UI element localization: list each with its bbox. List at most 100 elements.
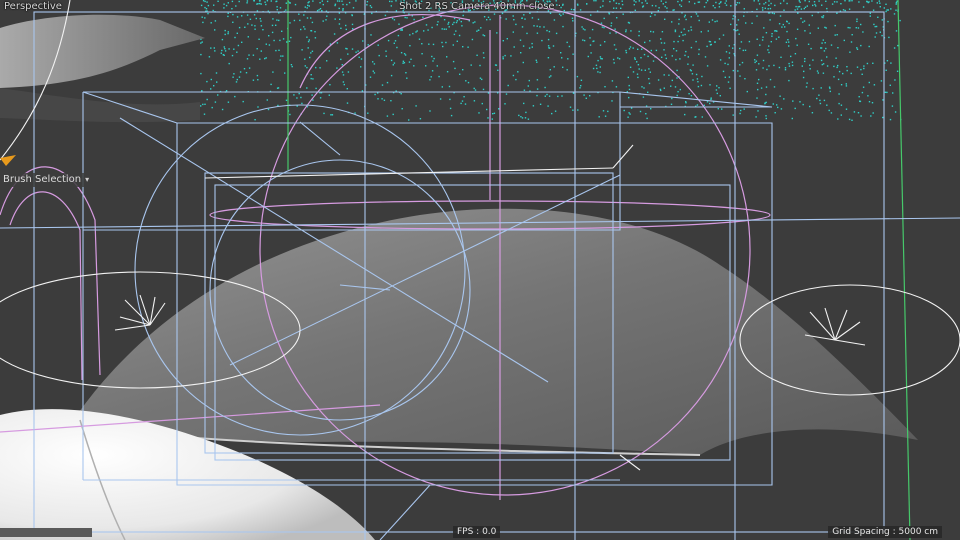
particle — [243, 68, 246, 70]
particle — [532, 105, 535, 107]
light-arc-left2 — [9, 191, 83, 381]
particle — [769, 78, 772, 81]
particle — [260, 20, 262, 22]
particle — [214, 101, 217, 103]
particle — [367, 112, 369, 114]
particle — [834, 24, 836, 27]
particle — [273, 39, 275, 42]
particle — [285, 2, 287, 4]
particle — [650, 49, 652, 52]
particle — [651, 4, 654, 7]
particle — [655, 5, 657, 7]
particle — [821, 4, 823, 6]
particle — [687, 30, 690, 32]
particle — [493, 112, 496, 114]
view-name-label[interactable]: Perspective — [4, 1, 62, 13]
particle — [258, 0, 261, 2]
particle — [513, 19, 515, 21]
particle — [535, 59, 537, 61]
particle — [210, 47, 212, 49]
particle — [675, 50, 678, 52]
diag-3 — [299, 121, 341, 156]
particle — [351, 14, 353, 17]
particle — [322, 20, 324, 22]
particle — [478, 112, 480, 114]
particle — [817, 27, 819, 29]
particle — [707, 30, 709, 32]
particle — [740, 41, 743, 43]
particle — [739, 75, 741, 77]
particle — [880, 80, 883, 82]
particle — [685, 18, 687, 21]
particle — [294, 3, 297, 6]
particle — [757, 110, 759, 112]
particle — [768, 45, 770, 47]
particle — [325, 19, 327, 21]
grid-spacing-readout: Grid Spacing : 5000 cm — [828, 526, 942, 538]
scene-canvas[interactable] — [0, 0, 960, 540]
perspective-viewport[interactable]: Perspective Shot 2 RS Camera 40mm close … — [0, 0, 960, 540]
particle — [202, 103, 204, 106]
particle — [390, 59, 393, 62]
particle — [706, 101, 709, 103]
particle — [804, 0, 806, 2]
particle — [893, 13, 896, 15]
particle — [623, 109, 625, 112]
particle — [768, 51, 770, 54]
particle — [265, 57, 267, 59]
brush-selection-dropdown[interactable]: Brush Selection ▾ — [0, 173, 96, 187]
particle — [685, 102, 687, 104]
particle — [709, 44, 712, 46]
particle — [425, 24, 428, 26]
particle — [299, 19, 301, 22]
particle — [883, 7, 885, 9]
camera-menu-icon[interactable]: · — [558, 1, 561, 12]
particle — [700, 84, 703, 87]
particle — [473, 87, 475, 90]
particle — [728, 52, 731, 54]
particle — [840, 3, 842, 5]
particle — [838, 93, 840, 95]
particle — [351, 23, 354, 26]
particle — [759, 44, 761, 46]
particle — [584, 29, 586, 31]
particle — [695, 40, 697, 43]
chevron-down-icon[interactable]: ▾ — [85, 173, 89, 187]
particle — [740, 109, 742, 112]
particle — [778, 36, 780, 38]
particle — [371, 12, 373, 15]
camera-label[interactable]: Shot 2 RS Camera 40mm close · — [399, 1, 561, 13]
particle — [755, 60, 758, 62]
particle — [774, 4, 776, 7]
particle — [836, 1, 838, 3]
particle — [255, 17, 257, 20]
particle — [828, 86, 831, 88]
particle — [818, 94, 820, 96]
particle — [266, 99, 268, 101]
particle — [236, 78, 238, 81]
particle — [742, 49, 744, 52]
particle — [341, 71, 344, 73]
particle — [855, 27, 857, 29]
particle — [709, 102, 711, 105]
particle — [276, 87, 279, 89]
particle — [227, 2, 229, 4]
particle — [632, 71, 635, 73]
particle — [753, 0, 755, 2]
particle — [547, 105, 549, 107]
particle — [732, 47, 734, 49]
particle — [304, 6, 306, 8]
particle — [231, 54, 234, 57]
particle — [678, 18, 680, 21]
particle — [664, 5, 666, 8]
particle — [249, 18, 252, 20]
particle — [572, 92, 575, 94]
particle — [730, 5, 732, 7]
particle — [780, 56, 782, 58]
particle — [677, 91, 679, 93]
particle — [704, 56, 707, 58]
particle — [491, 118, 493, 120]
white-line-2 — [612, 144, 634, 169]
particle — [483, 35, 486, 37]
particle — [722, 70, 725, 73]
